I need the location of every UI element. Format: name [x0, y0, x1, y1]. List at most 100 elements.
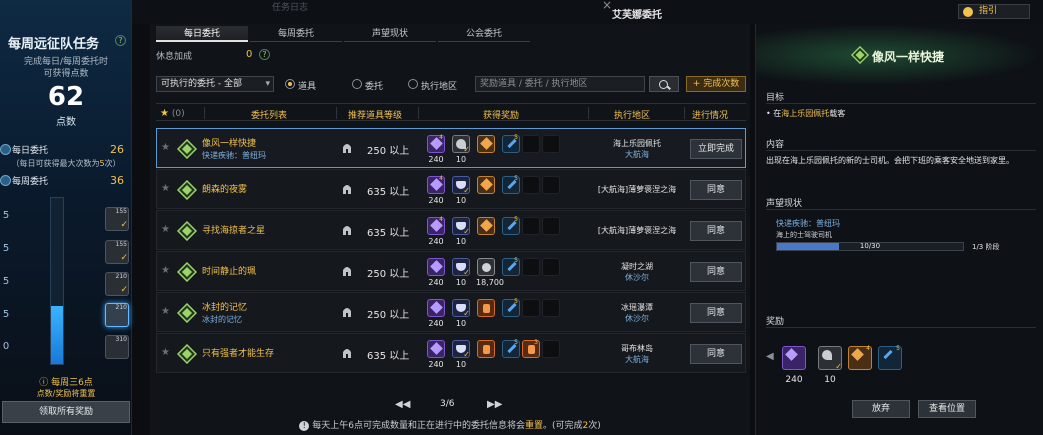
reward-item-icon[interactable] [427, 340, 445, 358]
first-page-button[interactable]: ◀◀ [395, 399, 410, 410]
table-row[interactable]: ★ 朗森的夜雾 635 以上 4 ✓ 5 240 10 [大航海]薄萝褒涅之海 同意 [156, 169, 746, 209]
table-row[interactable]: ★ 冰封的记忆 冰封的记忆 250 以上 ✓ 5 240 10 冰瑶瀑潭 休沙尔 同意 [156, 292, 746, 332]
reward-item-icon[interactable]: 5 [502, 175, 520, 194]
reward-item-icon[interactable] [522, 217, 540, 235]
reward-item[interactable] [782, 346, 806, 370]
quest-filter-dropdown[interactable]: 可执行的委托 - 全部 ▾ [156, 76, 274, 92]
search-input[interactable]: 奖励道具 / 委托 / 执行地区 [475, 76, 645, 92]
claim-all-button[interactable]: 领取所有奖励 [2, 401, 130, 423]
view-location-button[interactable]: 查看位置 [918, 400, 976, 418]
reward-item-icon[interactable] [542, 217, 560, 235]
reward-qty: 10 [455, 360, 467, 369]
accept-button[interactable]: 同意 [690, 262, 742, 282]
helmet-icon [343, 226, 351, 235]
tier-reward-box[interactable]: 155 ✓ [105, 240, 129, 264]
tab-weekly[interactable]: 每周委托 [250, 26, 342, 42]
reward-item-icon[interactable]: 5 [502, 339, 520, 358]
reward-item-icon[interactable]: 5 [502, 134, 520, 153]
reward-qty: 10 [455, 155, 467, 164]
reward-item-icon[interactable] [542, 258, 560, 276]
favorite-star-icon[interactable]: ★ [161, 183, 170, 194]
tab-daily[interactable]: 每日委托 [156, 26, 248, 42]
reward-item[interactable]: 5 [878, 345, 902, 370]
guide-button[interactable]: 指引 [958, 4, 1030, 19]
weekly-label: 每周委托 [12, 177, 49, 187]
quest-name: 像风一样快捷 [202, 139, 257, 149]
favorite-star-icon[interactable]: ★ [161, 142, 170, 153]
reward-item-icon[interactable]: ✓ [452, 340, 470, 359]
reward-item-icon[interactable] [542, 135, 560, 153]
helmet-icon [343, 349, 351, 358]
reputation-label: 声望现状 [766, 199, 803, 209]
reward-item-icon[interactable]: ✓ [452, 217, 470, 236]
radio-item[interactable]: 道具 [285, 79, 316, 92]
radio-region[interactable]: 执行地区 [408, 79, 457, 92]
reward-item-icon[interactable] [522, 299, 540, 317]
reward-item-icon[interactable]: ✓ [452, 299, 470, 318]
accept-button[interactable]: 同意 [690, 221, 742, 241]
reward-item-icon[interactable] [522, 135, 540, 153]
favorite-star-icon[interactable]: ★ [161, 306, 170, 317]
reward-item-icon[interactable]: 5 [502, 298, 520, 317]
radio-quest[interactable]: 委托 [352, 79, 383, 92]
chevron-left-icon[interactable]: ◀ [766, 351, 774, 362]
accept-button[interactable]: 同意 [690, 180, 742, 200]
background-close-icon[interactable]: × [602, 0, 612, 12]
reward-item-icon[interactable]: ✓ [452, 135, 470, 154]
reward-item-icon[interactable]: 4 [427, 216, 445, 235]
search-icon[interactable] [649, 76, 679, 92]
complete-now-button[interactable]: 立即完成 [690, 139, 742, 159]
tab-guild[interactable]: 公会委托 [438, 26, 530, 42]
reward-item-icon[interactable] [542, 340, 560, 358]
reward-item-icon[interactable]: ✓ [452, 258, 470, 277]
tab-reputation[interactable]: 声望现状 [344, 26, 436, 42]
weekly-expedition-title: 每周远征队任务 [8, 37, 100, 52]
reward-qty: 240 [785, 375, 803, 385]
reward-item-icon[interactable] [542, 299, 560, 317]
accept-button[interactable]: 同意 [690, 344, 742, 364]
reward-item-icon[interactable] [477, 135, 495, 153]
helmet-icon [343, 267, 351, 276]
tier-reward-box[interactable]: 310 [105, 335, 129, 359]
table-row[interactable]: ★ 像风一样快捷 快递疾驰：普纽玛 250 以上 4 ✓ 5 240 10 海上乐园佩托 大航海 立即… [156, 128, 746, 168]
quest-name: 寻找海掠者之星 [202, 226, 266, 236]
reward-item-icon[interactable] [427, 258, 445, 276]
reward-item-icon[interactable] [477, 217, 495, 235]
favorite-star-icon[interactable]: ★ [161, 224, 170, 235]
reward-qty: 10 [824, 375, 836, 385]
reward-item-icon[interactable] [477, 176, 495, 194]
reward-item-icon[interactable]: ✓ [452, 176, 470, 195]
quest-icon [176, 138, 198, 160]
table-row[interactable]: ★ 时间静止的珮 250 以上 ✓ 5 240 10 18,700 凝时之湖 休沙尔 同意 [156, 251, 746, 291]
favorite-column-header[interactable]: ★ (0) [160, 108, 185, 119]
reward-item[interactable]: ✓ [818, 346, 842, 371]
reward-item-icon[interactable] [477, 340, 495, 358]
reward-item-icon[interactable]: 4 [427, 134, 445, 153]
reward-item-icon[interactable] [522, 176, 540, 194]
favorite-star-icon[interactable]: ★ [161, 265, 170, 276]
reward-item-icon[interactable] [542, 176, 560, 194]
reward-item-icon[interactable] [522, 258, 540, 276]
reward-item-icon[interactable]: 3 [522, 339, 540, 358]
table-row[interactable]: ★ 寻找海掠者之星 635 以上 4 ✓ 5 240 10 [大航海]薄萝褒涅之海 同意 [156, 210, 746, 250]
reward-item-icon[interactable] [477, 299, 495, 317]
reward-item-icon[interactable]: 5 [502, 257, 520, 276]
reward-item-icon[interactable] [427, 299, 445, 317]
reward-item-icon[interactable]: 4 [427, 175, 445, 194]
region-sub: 大航海 [625, 355, 649, 364]
favorite-star-icon[interactable]: ★ [161, 347, 170, 358]
reward-qty: 240 [428, 360, 444, 369]
reward-item[interactable]: 4 [848, 345, 872, 370]
table-row[interactable]: ★ 只有强者才能生存 635 以上 ✓ 5 3 240 10 哥布林岛 大航海 同意 [156, 333, 746, 373]
last-page-button[interactable]: ▶▶ [487, 399, 502, 410]
reward-item-icon[interactable]: 5 [502, 216, 520, 235]
reward-item-icon[interactable] [477, 258, 495, 276]
help-icon[interactable]: ? [259, 49, 270, 60]
tier-reward-box-active[interactable]: 210 [105, 303, 129, 327]
tier-reward-box[interactable]: 210 ✓ [105, 272, 129, 296]
help-icon[interactable]: ? [115, 35, 126, 46]
accept-button[interactable]: 同意 [690, 303, 742, 323]
abandon-button[interactable]: 放弃 [852, 400, 910, 418]
add-completion-button[interactable]: + 完成次数 [686, 76, 746, 92]
tier-reward-box[interactable]: 155 ✓ [105, 207, 129, 231]
